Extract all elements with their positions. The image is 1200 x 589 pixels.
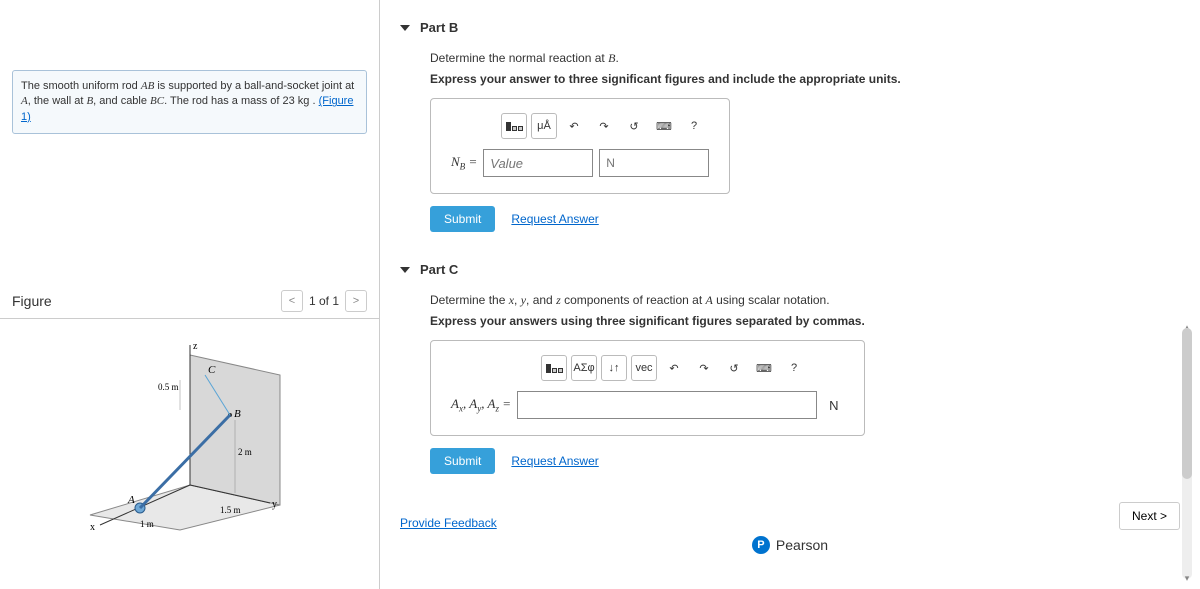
svg-text:C: C xyxy=(208,364,216,376)
redo-button[interactable]: ↷ xyxy=(691,355,717,381)
figure-diagram: z y x A B C xyxy=(0,319,379,551)
figure-prev-button[interactable]: < xyxy=(281,290,303,312)
part-b-prompt: Determine the normal reaction at B. xyxy=(430,51,1180,66)
part-c-units: N xyxy=(823,398,844,413)
help-button[interactable]: ? xyxy=(681,113,707,139)
svg-text:1 m: 1 m xyxy=(140,519,154,529)
brand-footer: P Pearson xyxy=(400,536,1180,554)
templates-button[interactable] xyxy=(501,113,527,139)
svg-text:x: x xyxy=(90,522,95,533)
part-b-answer-box: μÅ ↶ ↷ ↺ ⌨ ? NB = xyxy=(430,98,730,194)
collapse-icon xyxy=(400,267,410,273)
part-b-header[interactable]: Part B xyxy=(400,10,1180,45)
reset-button[interactable]: ↺ xyxy=(721,355,747,381)
provide-feedback-link[interactable]: Provide Feedback xyxy=(400,516,497,530)
undo-button[interactable]: ↶ xyxy=(561,113,587,139)
pearson-logo-icon: P xyxy=(752,536,770,554)
part-b-instructions: Express your answer to three significant… xyxy=(430,72,1180,86)
collapse-icon xyxy=(400,25,410,31)
help-button[interactable]: ? xyxy=(781,355,807,381)
svg-text:0.5 m: 0.5 m xyxy=(158,382,179,392)
problem-statement: The smooth uniform rod AB is supported b… xyxy=(12,70,367,134)
svg-text:z: z xyxy=(193,341,198,352)
part-b-variable: NB = xyxy=(451,154,477,172)
svg-text:A: A xyxy=(127,494,135,506)
svg-text:y: y xyxy=(272,499,277,510)
part-c-answer-box: ΑΣφ ↓↑ vec ↶ ↷ ↺ ⌨ ? Ax, Ay, Az = N xyxy=(430,340,865,436)
symbols-button[interactable]: ΑΣφ xyxy=(571,355,597,381)
part-b-value-input[interactable] xyxy=(483,149,593,177)
part-b-submit-button[interactable]: Submit xyxy=(430,206,495,232)
keyboard-button[interactable]: ⌨ xyxy=(651,113,677,139)
part-c-header[interactable]: Part C xyxy=(400,252,1180,287)
part-b-request-answer-link[interactable]: Request Answer xyxy=(511,212,598,226)
part-c-instructions: Express your answers using three signifi… xyxy=(430,314,1180,328)
svg-text:2 m: 2 m xyxy=(238,447,252,457)
part-b-units-input[interactable] xyxy=(599,149,709,177)
figure-counter: 1 of 1 xyxy=(309,294,339,308)
svg-text:B: B xyxy=(234,408,241,420)
templates-button[interactable] xyxy=(541,355,567,381)
part-c-submit-button[interactable]: Submit xyxy=(430,448,495,474)
redo-button[interactable]: ↷ xyxy=(591,113,617,139)
part-c-variable: Ax, Ay, Az = xyxy=(451,396,511,414)
updown-button[interactable]: ↓↑ xyxy=(601,355,627,381)
units-button[interactable]: μÅ xyxy=(531,113,557,139)
next-button[interactable]: Next > xyxy=(1119,502,1180,530)
figure-title: Figure xyxy=(12,293,52,309)
part-c-prompt: Determine the x, y, and z components of … xyxy=(430,293,1180,308)
svg-text:1.5 m: 1.5 m xyxy=(220,505,241,515)
part-c-request-answer-link[interactable]: Request Answer xyxy=(511,454,598,468)
part-c-value-input[interactable] xyxy=(517,391,817,419)
reset-button[interactable]: ↺ xyxy=(621,113,647,139)
figure-next-button[interactable]: > xyxy=(345,290,367,312)
keyboard-button[interactable]: ⌨ xyxy=(751,355,777,381)
undo-button[interactable]: ↶ xyxy=(661,355,687,381)
vec-button[interactable]: vec xyxy=(631,355,657,381)
